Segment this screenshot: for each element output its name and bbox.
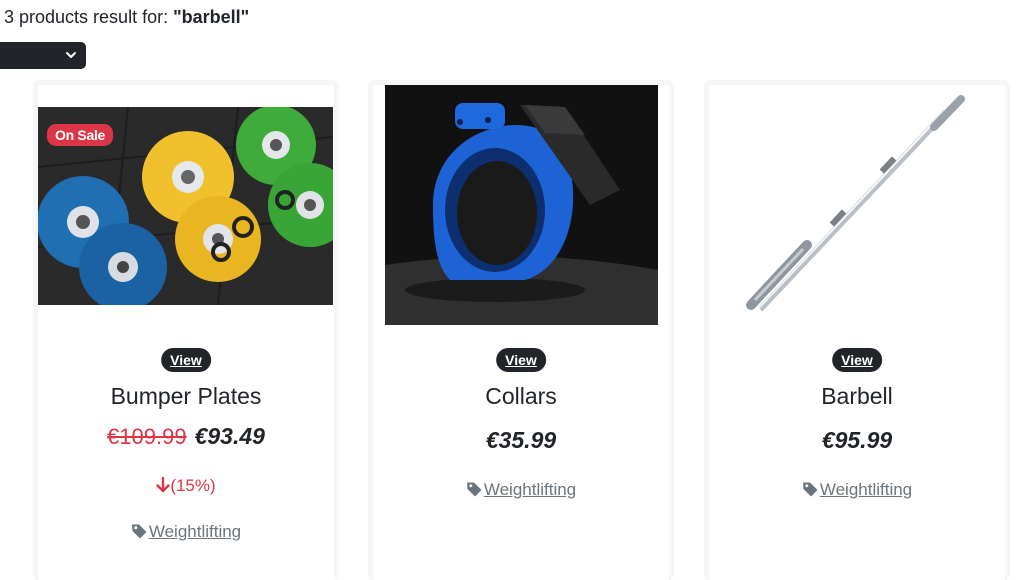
price-row: €95.99	[709, 425, 1005, 455]
view-button[interactable]: View	[832, 348, 882, 372]
product-image[interactable]	[729, 95, 989, 320]
on-sale-badge: On Sale	[47, 124, 114, 146]
tag-icon	[466, 482, 482, 497]
product-image[interactable]: On Sale	[38, 107, 333, 305]
category-link[interactable]: Weightlifting	[820, 480, 912, 499]
product-card: View Collars €35.99 Weightlifting	[368, 80, 674, 580]
discount-label: (15%)	[38, 475, 334, 497]
arrow-down-icon	[156, 476, 171, 493]
product-title: Collars	[485, 383, 557, 409]
view-button[interactable]: View	[496, 348, 546, 372]
sale-price: €93.49	[194, 423, 265, 449]
price-row: €109.99 €93.49	[38, 421, 334, 452]
product-title: Barbell	[821, 383, 893, 409]
category-tag: Weightlifting	[709, 479, 1005, 501]
product-title: Bumper Plates	[110, 383, 262, 409]
category-link[interactable]: Weightlifting	[484, 480, 576, 499]
price: €35.99	[485, 427, 557, 453]
category-tag: Weightlifting	[373, 479, 669, 501]
product-image[interactable]	[385, 85, 658, 325]
view-button[interactable]: View	[161, 348, 211, 372]
price: €95.99	[821, 427, 893, 453]
results-count: 3 products result for:	[4, 7, 174, 27]
search-query: "barbell"	[173, 7, 250, 27]
tag-icon	[131, 524, 147, 539]
sort-dropdown[interactable]	[0, 42, 86, 69]
tag-icon	[802, 482, 818, 497]
category-tag: Weightlifting	[38, 521, 334, 543]
original-price: €109.99	[107, 424, 187, 449]
discount-percent: (15%)	[170, 476, 216, 495]
product-card: View Barbell €95.99 Weightlifting	[704, 80, 1010, 580]
category-link[interactable]: Weightlifting	[149, 522, 241, 541]
chevron-down-icon	[66, 52, 76, 58]
search-results-header: 3 products result for: "barbell"	[4, 6, 249, 28]
product-card: On Sale View Bumper Plates €109.99 €93.49…	[33, 80, 339, 580]
price-row: €35.99	[373, 425, 669, 455]
